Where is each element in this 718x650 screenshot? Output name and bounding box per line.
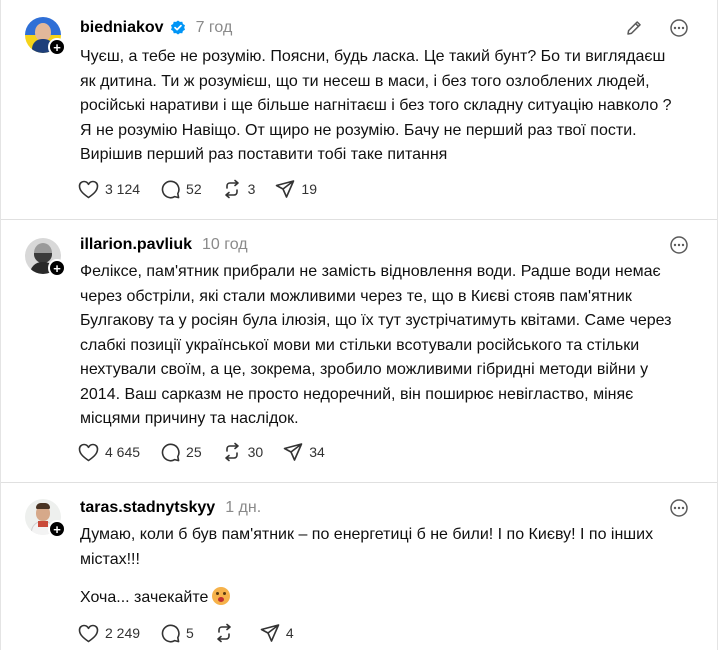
post-illarion-pavliuk: + illarion.pavliuk 10 год Феліксе, пам'я… — [1, 220, 717, 482]
post-actions: 3 124 52 3 19 — [78, 177, 337, 201]
pencil-icon[interactable] — [625, 19, 643, 37]
like-button[interactable]: 3 124 — [78, 180, 140, 199]
share-count: 4 — [285, 625, 294, 641]
like-button[interactable]: 2 249 — [78, 624, 140, 643]
more-icon[interactable] — [669, 19, 689, 37]
verified-badge-icon — [170, 20, 185, 35]
follow-plus-icon[interactable]: + — [48, 259, 66, 277]
reply-button[interactable]: 25 — [160, 442, 202, 462]
heart-icon — [78, 180, 99, 198]
username[interactable]: biedniakov — [80, 19, 164, 37]
timestamp: 10 год — [202, 236, 248, 253]
like-count: 4 645 — [105, 444, 141, 460]
avatar-biedniakov[interactable]: + — [25, 17, 66, 56]
like-count: 2 249 — [105, 625, 141, 641]
share-icon — [283, 443, 303, 461]
like-button[interactable]: 4 645 — [78, 443, 140, 462]
repost-button[interactable] — [214, 623, 240, 643]
reply-count: 52 — [186, 181, 202, 197]
post-paragraph: Феліксе, пам'ятник прибрали не замість в… — [80, 263, 672, 427]
avatar-illarion-pavliuk[interactable]: + — [25, 238, 66, 277]
comment-icon — [161, 180, 180, 199]
post-top-actions — [669, 236, 689, 254]
post-top-actions — [625, 19, 689, 37]
share-button[interactable]: 4 — [260, 623, 294, 643]
share-button[interactable]: 34 — [283, 442, 325, 462]
repost-button[interactable]: 30 — [222, 442, 264, 462]
post-text: Думаю, коли б був пам'ятник – по енергет… — [80, 523, 680, 611]
repost-icon — [224, 179, 239, 199]
post-paragraph-with-emoji: Хоча... зачекайте — [80, 586, 680, 611]
avatar-taras-stadnytskyy[interactable]: + — [25, 499, 66, 538]
post-header: biedniakov 7 год — [80, 17, 232, 39]
follow-plus-icon[interactable]: + — [48, 38, 66, 56]
share-button[interactable]: 19 — [275, 179, 317, 199]
username[interactable]: illarion.pavliuk — [80, 236, 192, 254]
post-top-actions — [669, 499, 689, 517]
repost-icon — [224, 442, 239, 462]
share-count: 34 — [309, 444, 325, 460]
repost-count: 3 — [247, 181, 256, 197]
post-text: Чуєш, а тебе не розумію. Поясни, будь ла… — [80, 45, 680, 168]
comment-icon — [161, 624, 180, 643]
post-actions: 4 645 25 30 34 — [78, 440, 345, 464]
reply-button[interactable]: 52 — [160, 179, 202, 199]
timestamp: 7 год — [195, 19, 233, 36]
heart-icon — [78, 624, 99, 642]
share-icon — [260, 624, 280, 642]
post-biedniakov: + biedniakov 7 год Чуєш, а тебе не розум… — [1, 0, 717, 219]
replies-feed: + biedniakov 7 год Чуєш, а тебе не розум… — [0, 0, 718, 650]
reply-count: 5 — [186, 625, 194, 641]
post-text: Феліксе, пам'ятник прибрали не замість в… — [80, 260, 680, 432]
post-paragraph: Чуєш, а тебе не розумію. Поясни, будь ла… — [80, 48, 672, 163]
like-count: 3 124 — [105, 181, 141, 197]
timestamp: 1 дн. — [225, 499, 262, 516]
repost-count: 30 — [247, 444, 264, 460]
post-paragraph: Хоча... зачекайте — [80, 589, 209, 606]
username[interactable]: taras.stadnytskyy — [80, 499, 215, 517]
surprised-emoji-icon — [212, 587, 231, 605]
comment-icon — [161, 443, 180, 462]
repost-button[interactable]: 3 — [222, 179, 256, 199]
reply-button[interactable]: 5 — [160, 623, 194, 643]
post-header: taras.stadnytskyy 1 дн. — [80, 497, 261, 519]
post-taras-stadnytskyy: + taras.stadnytskyy 1 дн. Думаю, коли б … — [1, 483, 717, 650]
more-icon[interactable] — [669, 236, 689, 254]
heart-icon — [78, 443, 99, 461]
post-actions: 2 249 5 4 — [78, 621, 314, 645]
post-header: illarion.pavliuk 10 год — [80, 234, 248, 256]
more-icon[interactable] — [669, 499, 689, 517]
share-count: 19 — [301, 181, 317, 197]
follow-plus-icon[interactable]: + — [48, 520, 66, 538]
reply-count: 25 — [186, 444, 202, 460]
post-paragraph: Думаю, коли б був пам'ятник – по енергет… — [80, 526, 654, 568]
repost-icon — [217, 623, 231, 643]
share-icon — [276, 180, 295, 198]
